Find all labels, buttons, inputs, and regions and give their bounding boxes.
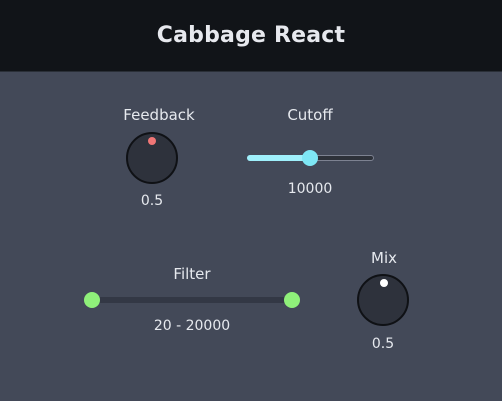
filter-low-thumb[interactable] xyxy=(84,292,100,308)
filter-range-track[interactable] xyxy=(92,297,292,303)
cutoff-slider-fill xyxy=(247,155,310,161)
mix-knob[interactable] xyxy=(357,274,409,326)
mix-value: 0.5 xyxy=(371,336,395,352)
feedback-knob[interactable] xyxy=(126,132,178,184)
filter-label: Filter xyxy=(173,265,211,283)
cutoff-slider-thumb[interactable] xyxy=(302,150,318,166)
feedback-knob-indicator xyxy=(148,137,156,145)
cutoff-label: Cutoff xyxy=(287,106,333,124)
filter-high-thumb[interactable] xyxy=(284,292,300,308)
cutoff-value: 10000 xyxy=(287,181,333,197)
app-title: Cabbage React xyxy=(156,23,346,48)
filter-range-value: 20 - 20000 xyxy=(153,318,231,334)
mix-label: Mix xyxy=(371,249,397,267)
title-bar: Cabbage React xyxy=(0,0,502,72)
feedback-value: 0.5 xyxy=(140,193,164,209)
feedback-label: Feedback xyxy=(123,106,195,124)
mix-knob-indicator xyxy=(380,279,388,287)
